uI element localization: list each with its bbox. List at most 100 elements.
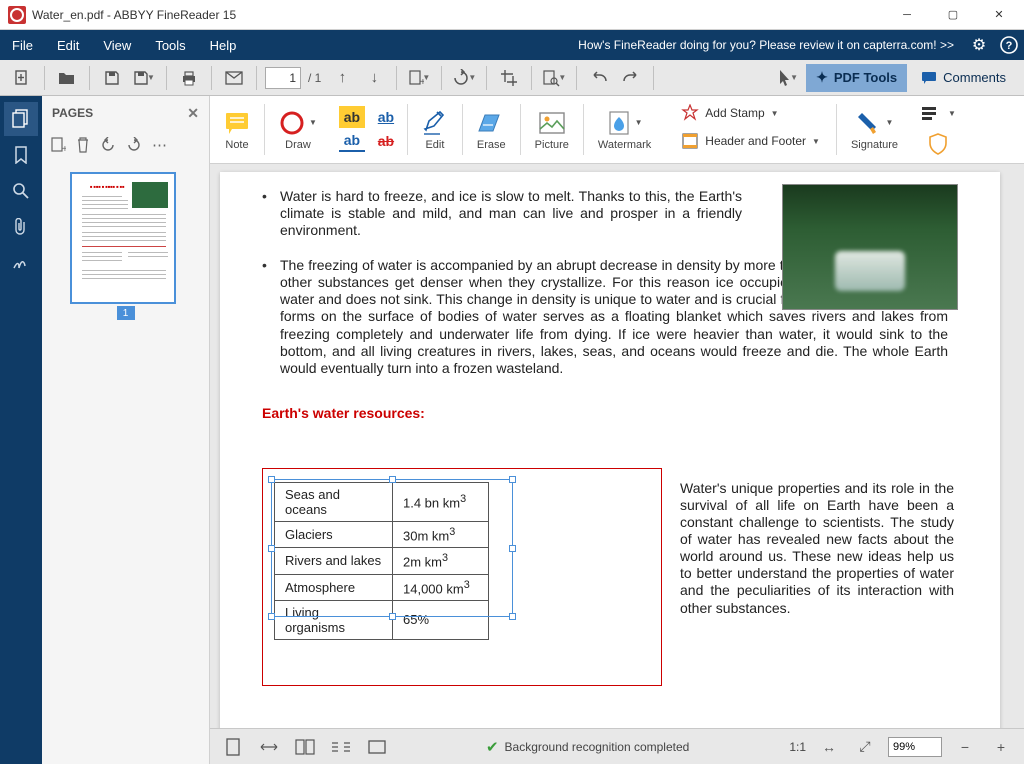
view-continuous-icon[interactable] bbox=[328, 734, 354, 760]
edit-label: Edit bbox=[425, 139, 444, 151]
erase-tool[interactable]: Erase bbox=[463, 96, 520, 163]
review-prompt[interactable]: How's FineReader doing for you? Please r… bbox=[568, 38, 964, 52]
redaction-tool[interactable] bbox=[920, 105, 940, 123]
fit-page-icon[interactable]: ⤢ bbox=[852, 734, 878, 760]
document-viewport[interactable]: • Water is hard to freeze, and ice is sl… bbox=[210, 164, 1024, 728]
sidebar-bookmarks-icon[interactable] bbox=[4, 138, 38, 172]
main-toolbar: ▼ / 1 ↑ ↓ +▼ ▼ ▼ ▼ ✦PDF Tools Comments bbox=[0, 60, 1024, 96]
view-fit-width-icon[interactable] bbox=[256, 734, 282, 760]
pages-panel: PAGES ✕ + ⋯ ■ ■■■ ■ ■■■■ ■ ■■ bbox=[42, 96, 210, 764]
rotate-right-icon[interactable] bbox=[126, 137, 142, 153]
cursor-button[interactable]: ▼ bbox=[774, 64, 802, 92]
header-footer-button[interactable]: Header and Footer▼ bbox=[675, 130, 826, 152]
table-cell-value: 30m km3 bbox=[393, 522, 489, 548]
section-header: Earth's water resources: bbox=[262, 405, 958, 421]
page-thumbnail[interactable]: ■ ■■■ ■ ■■■■ ■ ■■ bbox=[70, 172, 176, 304]
redo-button[interactable] bbox=[617, 64, 645, 92]
edit-tool[interactable]: Edit bbox=[408, 96, 462, 163]
close-button[interactable]: ✕ bbox=[976, 0, 1022, 30]
view-fullscreen-icon[interactable] bbox=[364, 734, 390, 760]
save-as-button[interactable]: ▼ bbox=[130, 64, 158, 92]
sidebar-attachments-icon[interactable] bbox=[4, 210, 38, 244]
draw-label: Draw bbox=[285, 139, 311, 151]
page-up-button[interactable]: ↑ bbox=[328, 64, 356, 92]
view-two-page-icon[interactable] bbox=[292, 734, 318, 760]
watermark-tool[interactable]: ▼ Watermark bbox=[584, 96, 665, 163]
statusbar: ✔ Background recognition completed 1:1 ↔… bbox=[210, 728, 1024, 764]
table-row: Living organisms65% bbox=[275, 600, 489, 639]
zoom-in-button[interactable]: + bbox=[988, 734, 1014, 760]
menu-edit[interactable]: Edit bbox=[45, 30, 91, 60]
open-button[interactable] bbox=[53, 64, 81, 92]
underline-tool[interactable]: ab bbox=[373, 106, 399, 128]
menubar: File Edit View Tools Help How's FineRead… bbox=[0, 30, 1024, 60]
table-row: Seas and oceans1.4 bn km3 bbox=[275, 483, 489, 522]
note-tool[interactable]: Note bbox=[210, 96, 264, 163]
sidebar-signatures-icon[interactable] bbox=[4, 246, 38, 280]
zoom-out-button[interactable]: − bbox=[952, 734, 978, 760]
fit-width-icon[interactable]: ↔ bbox=[816, 734, 842, 760]
menu-help[interactable]: Help bbox=[198, 30, 249, 60]
table-row: Glaciers30m km3 bbox=[275, 522, 489, 548]
table-cell-value: 65% bbox=[393, 600, 489, 639]
sidebar-search-icon[interactable] bbox=[4, 174, 38, 208]
menu-view[interactable]: View bbox=[91, 30, 143, 60]
table-cell-key: Seas and oceans bbox=[275, 483, 393, 522]
comments-label: Comments bbox=[943, 70, 1006, 85]
maximize-button[interactable]: ▢ bbox=[930, 0, 976, 30]
undo-button[interactable] bbox=[585, 64, 613, 92]
settings-icon[interactable]: ⚙ bbox=[964, 30, 994, 60]
add-stamp-button[interactable]: Add Stamp▼ bbox=[675, 102, 784, 124]
zoom-input[interactable] bbox=[888, 737, 942, 757]
pdf-tools-label: PDF Tools bbox=[834, 70, 897, 85]
rotate-left-icon[interactable] bbox=[100, 137, 116, 153]
watermark-label: Watermark bbox=[598, 139, 651, 151]
thumbnail-number: 1 bbox=[117, 306, 135, 320]
save-button[interactable] bbox=[98, 64, 126, 92]
pages-panel-close-icon[interactable]: ✕ bbox=[187, 105, 199, 122]
picture-label: Picture bbox=[535, 139, 569, 151]
pages-panel-title: PAGES bbox=[52, 106, 93, 120]
mail-button[interactable] bbox=[220, 64, 248, 92]
delete-page-icon[interactable] bbox=[76, 137, 90, 153]
insert-text-tool[interactable]: ab bbox=[339, 130, 365, 152]
sidebar-pages-icon[interactable] bbox=[4, 102, 38, 136]
window-title: Water_en.pdf - ABBYY FineReader 15 bbox=[32, 8, 236, 22]
titlebar: Water_en.pdf - ABBYY FineReader 15 ─ ▢ ✕ bbox=[0, 0, 1024, 30]
comments-button[interactable]: Comments bbox=[911, 64, 1016, 92]
add-page-icon[interactable]: + bbox=[50, 136, 66, 154]
page-total-label: / 1 bbox=[305, 71, 324, 85]
menu-tools[interactable]: Tools bbox=[143, 30, 197, 60]
page-down-button[interactable]: ↓ bbox=[360, 64, 388, 92]
new-button[interactable] bbox=[8, 64, 36, 92]
crop-button[interactable] bbox=[495, 64, 523, 92]
add-page-button[interactable]: +▼ bbox=[405, 64, 433, 92]
more-icon[interactable]: ⋯ bbox=[152, 136, 167, 154]
add-stamp-label: Add Stamp bbox=[705, 106, 764, 120]
zoom-ratio-label[interactable]: 1:1 bbox=[789, 740, 806, 754]
strikeout-tool[interactable]: ab bbox=[373, 130, 399, 152]
signature-tool[interactable]: ▼ Signature bbox=[837, 96, 912, 163]
water-resources-table: Seas and oceans1.4 bn km3Glaciers30m km3… bbox=[274, 482, 489, 640]
table-row: Rivers and lakes2m km3 bbox=[275, 548, 489, 574]
pdf-tools-button[interactable]: ✦PDF Tools bbox=[806, 64, 907, 92]
note-label: Note bbox=[225, 139, 248, 151]
erase-label: Erase bbox=[477, 139, 506, 151]
help-icon[interactable]: ? bbox=[994, 30, 1024, 60]
table-cell-key: Glaciers bbox=[275, 522, 393, 548]
status-text: Background recognition completed bbox=[505, 740, 690, 754]
highlight-tool[interactable]: ab bbox=[339, 106, 365, 128]
edit-ribbon: Note ▼ Draw ab ab ab ab Edit bbox=[210, 96, 1024, 164]
minimize-button[interactable]: ─ bbox=[884, 0, 930, 30]
draw-tool[interactable]: ▼ Draw bbox=[265, 96, 331, 163]
search-page-button[interactable]: ▼ bbox=[540, 64, 568, 92]
menu-file[interactable]: File bbox=[0, 30, 45, 60]
rotate-button[interactable]: ▼ bbox=[450, 64, 478, 92]
protect-tool[interactable] bbox=[928, 133, 948, 155]
print-button[interactable] bbox=[175, 64, 203, 92]
page-number-input[interactable] bbox=[265, 67, 301, 89]
signature-label: Signature bbox=[851, 139, 898, 151]
picture-tool[interactable]: Picture bbox=[521, 96, 583, 163]
table-cell-value: 14,000 km3 bbox=[393, 574, 489, 600]
view-page-icon[interactable] bbox=[220, 734, 246, 760]
